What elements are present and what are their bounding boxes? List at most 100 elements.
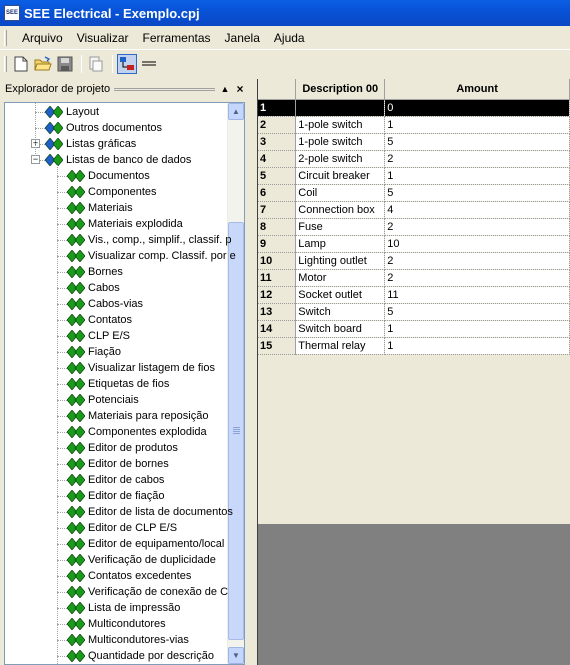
tree-item[interactable]: Listas de banco de dados [45,152,191,168]
tree-item[interactable]: Materiais [67,200,133,216]
scroll-thumb[interactable] [228,222,244,640]
print-preview-button[interactable] [86,54,106,74]
amount-cell[interactable]: 0 [384,99,570,117]
grid-row[interactable]: 12 Socket outlet 11 [258,286,570,304]
amount-cell[interactable]: 5 [384,303,570,321]
grid-row[interactable]: 5 Circuit breaker 1 [258,167,570,185]
grid-row[interactable]: 3 1-pole switch 5 [258,133,570,151]
collapse-toggle[interactable]: − [31,155,40,164]
row-number-cell[interactable]: 1 [258,99,297,117]
tree-item[interactable]: Editor de bornes [67,456,169,472]
tree-item[interactable]: Verificação de conexão de C [67,584,228,600]
row-number-cell[interactable]: 13 [258,303,297,321]
tree-view-button[interactable] [117,54,137,74]
tree-item[interactable]: Visualizar comp. Classif. por e [67,248,236,264]
pin-button[interactable]: ▲ [219,84,231,94]
description-cell[interactable]: Socket outlet [295,286,386,304]
project-tree[interactable]: ▲ ▼ Layout Outros documentos Listas gráfic… [4,102,245,665]
grid-row[interactable]: 6 Coil 5 [258,184,570,202]
grid-row[interactable]: 11 Motor 2 [258,269,570,287]
tree-item[interactable]: Componentes explodida [67,424,207,440]
tree-item[interactable]: Cabos [67,280,120,296]
tree-item[interactable]: Editor de lista de documentos [67,504,233,520]
grid-row[interactable]: 4 2-pole switch 2 [258,150,570,168]
row-number-cell[interactable]: 10 [258,252,297,270]
tree-item[interactable]: Cabos-vias [67,296,143,312]
description-cell[interactable]: Connection box [295,201,386,219]
row-number-cell[interactable]: 5 [258,167,297,185]
tree-item[interactable]: Listas gráficas [45,136,136,152]
description-cell[interactable]: Switch [295,303,386,321]
tree-item[interactable]: Outros documentos [45,120,162,136]
row-number-cell[interactable]: 14 [258,320,297,338]
tree-item[interactable]: Editor de CLP E/S [67,520,177,536]
tree-item[interactable]: Editor de equipamento/local [67,536,224,552]
grid-row[interactable]: 7 Connection box 4 [258,201,570,219]
menu-visualizar[interactable]: Visualizar [70,31,136,45]
tree-item[interactable]: Contatos excedentes [67,568,191,584]
grid-row[interactable]: 10 Lighting outlet 2 [258,252,570,270]
description-cell[interactable]: Coil [295,184,386,202]
row-number-cell[interactable]: 4 [258,150,297,168]
amount-cell[interactable]: 2 [384,269,570,287]
tree-item[interactable]: Fiação [67,344,121,360]
amount-cell[interactable]: 1 [384,116,570,134]
tree-item[interactable]: Quantidade por descrição [67,648,214,664]
grid-row[interactable]: 13 Switch 5 [258,303,570,321]
tree-item[interactable]: Bornes [67,264,123,280]
amount-cell[interactable]: 1 [384,167,570,185]
grid-row[interactable]: 2 1-pole switch 1 [258,116,570,134]
tree-vertical-scrollbar[interactable]: ▲ ▼ [227,103,244,664]
column-header-description[interactable]: Description 00 [295,79,386,100]
amount-cell[interactable]: 5 [384,184,570,202]
amount-cell[interactable]: 11 [384,286,570,304]
menu-ajuda[interactable]: Ajuda [267,31,312,45]
tree-item[interactable]: Layout [45,104,99,120]
description-cell[interactable]: 2-pole switch [295,150,386,168]
menu-ferramentas[interactable]: Ferramentas [136,31,218,45]
grid-row[interactable]: 14 Switch board 1 [258,320,570,338]
tree-item[interactable]: Editor de fiação [67,488,164,504]
tree-item[interactable]: Visualizar listagem de fios [67,360,215,376]
description-cell[interactable]: Motor [295,269,386,287]
tree-item[interactable]: Editor de produtos [67,440,178,456]
description-cell[interactable] [295,99,386,117]
amount-cell[interactable]: 2 [384,252,570,270]
tree-item[interactable]: Multicondutores-vias [67,632,189,648]
tree-item[interactable]: Potenciais [67,392,139,408]
scroll-down-arrow[interactable]: ▼ [228,647,244,664]
amount-cell[interactable]: 1 [384,337,570,355]
corner-header[interactable] [258,79,297,100]
description-cell[interactable]: 1-pole switch [295,133,386,151]
amount-cell[interactable]: 10 [384,235,570,253]
description-cell[interactable]: 1-pole switch [295,116,386,134]
row-number-cell[interactable]: 12 [258,286,297,304]
amount-cell[interactable]: 1 [384,320,570,338]
description-cell[interactable]: Lamp [295,235,386,253]
new-file-button[interactable] [11,54,31,74]
menu-arquivo[interactable]: Arquivo [15,31,70,45]
open-button[interactable] [33,54,53,74]
menu-janela[interactable]: Janela [218,31,267,45]
tree-item[interactable]: Verificação de duplicidade [67,552,216,568]
grid-row[interactable]: 9 Lamp 10 [258,235,570,253]
close-panel-button[interactable]: × [234,82,246,96]
tree-item[interactable]: Contatos [67,312,132,328]
amount-cell[interactable]: 5 [384,133,570,151]
description-cell[interactable]: Lighting outlet [295,252,386,270]
data-grid[interactable]: Description 00 Amount 1 0 2 1-pole switch 1 3… [258,79,570,355]
save-button[interactable] [55,54,75,74]
description-cell[interactable]: Fuse [295,218,386,236]
row-number-cell[interactable]: 7 [258,201,297,219]
row-number-cell[interactable]: 8 [258,218,297,236]
tree-item[interactable]: Documentos [67,168,150,184]
description-cell[interactable]: Switch board [295,320,386,338]
row-number-cell[interactable]: 3 [258,133,297,151]
grid-row[interactable]: 8 Fuse 2 [258,218,570,236]
row-number-cell[interactable]: 2 [258,116,297,134]
column-header-amount[interactable]: Amount [384,79,570,100]
tree-item[interactable]: Lista de impressão [67,600,180,616]
scroll-up-arrow[interactable]: ▲ [228,103,244,120]
amount-cell[interactable]: 2 [384,150,570,168]
lines-button[interactable] [139,54,159,74]
